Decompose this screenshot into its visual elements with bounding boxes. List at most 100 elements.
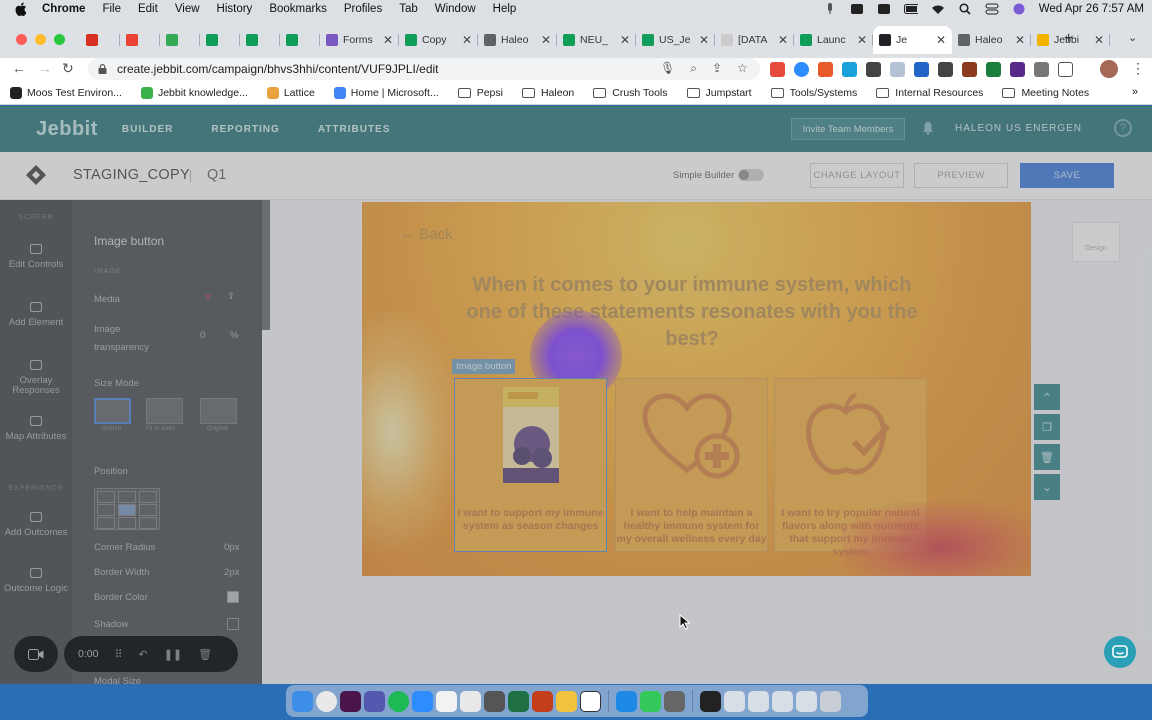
change-layout-button[interactable]: CHANGE LAYOUT [810,163,904,188]
battery-icon[interactable] [903,3,918,15]
extension-icon[interactable] [1010,62,1025,77]
position-cell[interactable] [97,517,115,529]
pause-icon[interactable]: ❚❚ [164,648,182,661]
extension-icon[interactable] [818,62,833,77]
wifi-icon[interactable] [931,3,945,15]
menu-tab[interactable]: Tab [399,3,418,15]
spotify-icon[interactable] [388,690,409,712]
bookmark-folder[interactable]: Meeting Notes [1002,87,1089,99]
browser-tab[interactable]: Haleo ✕ [478,26,557,54]
browser-tab[interactable]: Launc ✕ [794,26,873,54]
bookmark-folder[interactable]: Jumpstart [686,87,752,99]
position-cell[interactable] [139,491,157,503]
zoom-icon[interactable]: ⌕ [690,61,697,76]
calculator-icon[interactable] [460,690,481,712]
nav-attributes[interactable]: ATTRIBUTES [318,124,391,135]
border-color-swatch[interactable] [227,591,239,603]
upload-icon[interactable]: ⇪ [227,291,235,302]
quiz-screen-preview[interactable]: ← Back When it comes to your immune syst… [362,202,1031,576]
menu-help[interactable]: Help [493,3,517,15]
forward-arrow-icon[interactable]: → [38,60,52,76]
bookmark-folder[interactable]: Tools/Systems [770,87,857,99]
menu-window[interactable]: Window [435,3,476,15]
position-cell[interactable] [118,491,136,503]
bookmark-item[interactable]: Lattice [266,87,315,99]
more-bookmarks-icon[interactable]: » [1132,86,1138,98]
menu-bookmarks[interactable]: Bookmarks [269,3,327,15]
side-panel-icon[interactable] [1058,62,1073,77]
project-title[interactable]: STAGING_COPY [73,167,190,183]
help-icon[interactable]: ? [1114,119,1132,137]
extension-icon[interactable] [962,62,977,77]
recent-window-icon[interactable] [796,690,817,712]
chrome-menu-icon[interactable]: ⋮ [1131,60,1145,77]
browser-tab[interactable]: Copy ✕ [399,26,478,54]
save-button[interactable]: SAVE [1020,163,1114,188]
zoom-window-button[interactable] [54,34,65,45]
tab-close-icon[interactable]: ✕ [541,33,551,47]
tab-close-icon[interactable]: ✕ [383,33,393,47]
bell-icon[interactable] [922,121,934,135]
size-mode-stretch[interactable] [94,398,131,424]
trash-bin-icon[interactable] [820,690,841,712]
screen-share-icon[interactable] [877,3,891,15]
control-center-icon[interactable] [985,3,999,15]
profile-avatar[interactable] [1100,60,1118,78]
back-link[interactable]: ← Back [400,226,453,243]
account-switcher[interactable]: HALEON US ENERGEN [955,123,1082,134]
recent-window-icon[interactable] [748,690,769,712]
facetime-icon[interactable] [640,690,661,712]
teams-icon[interactable] [364,690,385,712]
transparency-input[interactable]: 0 [200,330,205,341]
position-cell[interactable] [97,504,115,516]
browser-tab[interactable] [240,26,280,54]
jebbit-logo[interactable]: Jebbit [36,118,98,141]
menu-clock[interactable]: Wed Apr 26 7:57 AM [1039,3,1144,15]
simple-builder-toggle[interactable] [738,169,764,181]
rail-add-element[interactable]: Add Element [0,302,72,328]
position-cell[interactable] [97,491,115,503]
position-cell[interactable] [139,504,157,516]
extension-icon[interactable] [986,62,1001,77]
browser-tab[interactable]: Haleo ✕ [952,26,1031,54]
move-up-icon[interactable]: ⌃ [1034,384,1060,410]
duplicate-icon[interactable]: ❐ [1034,414,1060,440]
invite-team-button[interactable]: Invite Team Members [791,118,905,140]
menu-file[interactable]: File [102,3,121,15]
undo-icon[interactable]: ↶ [139,648,148,661]
close-window-button[interactable] [16,34,27,45]
rail-outcome-logic[interactable]: Outcome Logic [0,568,72,594]
slack-icon[interactable] [340,690,361,712]
menu-app-name[interactable]: Chrome [42,3,85,15]
browser-tab[interactable]: [DATA ✕ [715,26,794,54]
jebbit-mark-icon[interactable] [25,164,47,186]
tab-close-icon[interactable]: ✕ [778,33,788,47]
tab-close-icon[interactable]: ✕ [620,33,630,47]
tab-close-icon[interactable]: ✕ [1094,33,1104,47]
rail-map-attributes[interactable]: Map Attributes [0,416,72,442]
remove-media-icon[interactable]: ✕ [204,292,212,303]
bookmark-folder[interactable]: Pepsi [457,87,503,99]
reload-icon[interactable]: ↻ [62,60,74,77]
browser-tab[interactable]: Je ✕ [873,26,952,54]
microphone-icon[interactable] [823,3,837,15]
extension-icon[interactable] [890,62,905,77]
browser-tab[interactable]: Forms ✕ [320,26,399,54]
answer-image-button-3[interactable]: I want to try popular natural flavors al… [774,378,927,558]
menu-view[interactable]: View [175,3,200,15]
shadow-checkbox[interactable] [227,618,239,630]
apple-icon[interactable] [14,2,28,16]
new-tab-button[interactable]: + [1064,30,1073,48]
notes-icon[interactable] [436,690,457,712]
app-icon[interactable] [616,690,637,712]
browser-tab[interactable]: NEU_ ✕ [557,26,636,54]
chrome-dock-icon[interactable] [316,690,337,712]
tab-close-icon[interactable]: ✕ [936,33,946,47]
answer-image-button-1[interactable]: I want to support my immune system as se… [454,378,607,552]
nav-builder[interactable]: BUILDER [122,124,173,135]
minimize-window-button[interactable] [35,34,46,45]
powerpoint-icon[interactable] [532,690,553,712]
border-width-input[interactable]: 2px [224,567,239,578]
app-icon[interactable] [556,690,577,712]
size-mode-original[interactable] [200,398,237,424]
